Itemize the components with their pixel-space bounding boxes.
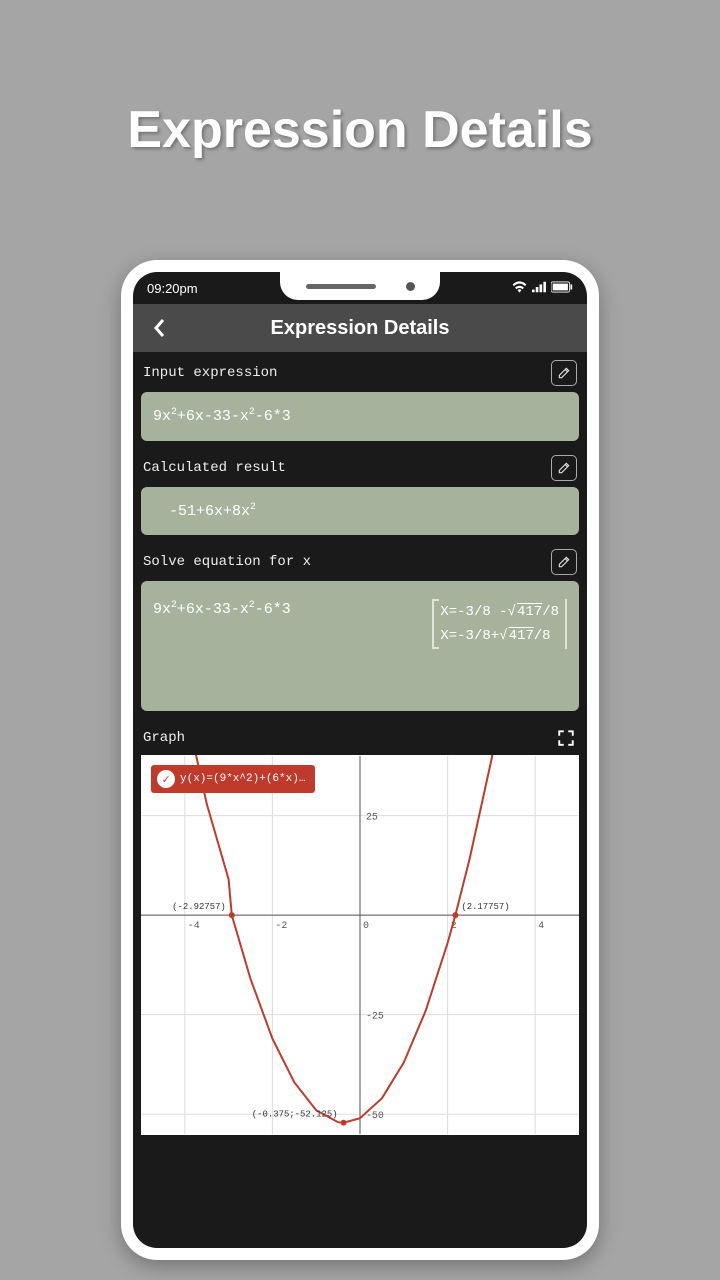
svg-text:(-2.92757): (-2.92757) (172, 902, 226, 912)
input-expression-text: 9x2+6x-33-x2-6*3 (153, 408, 291, 425)
svg-text:-4: -4 (188, 920, 200, 931)
expand-graph-button[interactable] (555, 727, 577, 749)
legend-text: y(x)=(9*x^2)+(6*x)… (180, 773, 305, 785)
calculated-result-box[interactable]: -51+6x+8x2 (141, 487, 579, 536)
phone-screen: 09:20pm Expression Details Input expr (133, 272, 587, 1248)
solve-box[interactable]: 9x2+6x-33-x2-6*3 X=-3/8 -√417/8 X=-3/8+√… (141, 581, 579, 711)
svg-text:-2: -2 (275, 920, 287, 931)
input-expression-box[interactable]: 9x2+6x-33-x2-6*3 (141, 392, 579, 441)
header-bar: Expression Details (133, 304, 587, 352)
solve-solution-1: X=-3/8 -√417/8 (440, 603, 559, 621)
graph-label: Graph (143, 730, 185, 746)
graph-canvas[interactable]: -4-202425-25-50(-2.92757)(2.17757)(-0.37… (141, 755, 579, 1135)
svg-text:25: 25 (366, 812, 378, 823)
svg-text:4: 4 (538, 920, 544, 931)
wifi-icon (512, 281, 527, 296)
graph-legend[interactable]: ✓ y(x)=(9*x^2)+(6*x)… (151, 765, 315, 793)
edit-solve-button[interactable] (551, 549, 577, 575)
phone-notch (280, 272, 440, 300)
svg-text:(-0.375;-52.125): (-0.375;-52.125) (252, 1110, 338, 1120)
edit-result-button[interactable] (551, 455, 577, 481)
solve-equation-text: 9x2+6x-33-x2-6*3 (153, 599, 422, 620)
input-label: Input expression (143, 365, 277, 381)
promo-title: Expression Details (0, 0, 720, 160)
graph-section-header: Graph (133, 717, 587, 755)
phone-frame: 09:20pm Expression Details Input expr (121, 260, 599, 1260)
graph-plot: -4-202425-25-50(-2.92757)(2.17757)(-0.37… (141, 755, 579, 1135)
solve-solution-2: X=-3/8+√417/8 (440, 627, 559, 645)
solve-section-header: Solve equation for x (133, 541, 587, 581)
solve-solutions: X=-3/8 -√417/8 X=-3/8+√417/8 (432, 599, 567, 649)
svg-text:0: 0 (363, 920, 369, 931)
battery-icon (551, 281, 573, 296)
check-icon: ✓ (157, 770, 175, 788)
calculated-result-text: -51+6x+8x2 (169, 503, 256, 520)
signal-icon (532, 281, 546, 296)
input-section-header: Input expression (133, 352, 587, 392)
result-section-header: Calculated result (133, 447, 587, 487)
page-title: Expression Details (143, 317, 577, 340)
result-label: Calculated result (143, 460, 286, 476)
svg-text:-50: -50 (366, 1110, 384, 1121)
status-time: 09:20pm (147, 281, 198, 296)
solve-label: Solve equation for x (143, 554, 311, 570)
svg-text:(2.17757): (2.17757) (461, 902, 509, 912)
edit-input-button[interactable] (551, 360, 577, 386)
svg-text:-25: -25 (366, 1011, 384, 1022)
